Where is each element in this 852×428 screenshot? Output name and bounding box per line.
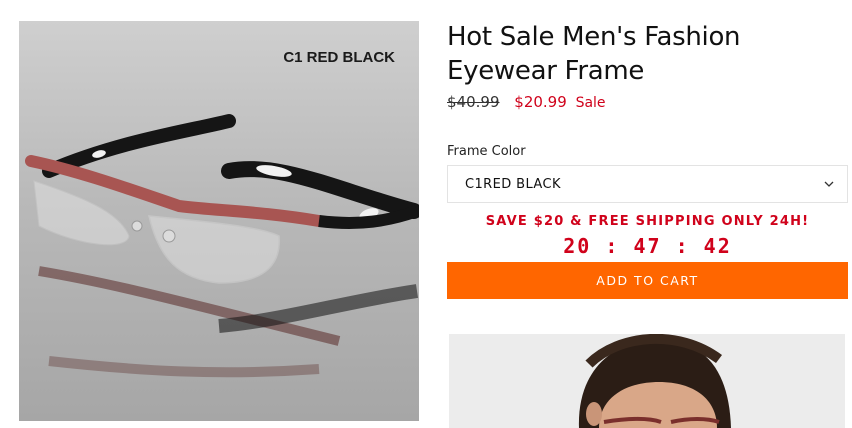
frame-color-selected-value: C1RED BLACK <box>465 176 561 192</box>
promo-banner: SAVE $20 & FREE SHIPPING ONLY 24H! <box>485 214 810 229</box>
add-to-cart-button[interactable]: ADD TO CART <box>447 262 848 299</box>
sale-price: $20.99 <box>514 93 567 111</box>
product-title: Hot Sale Men's Fashion Eyewear Frame <box>447 22 741 86</box>
frame-color-select[interactable]: C1RED BLACK <box>447 165 848 203</box>
price-row: $40.99 $20.99 Sale <box>447 92 848 113</box>
countdown-timer: 20 : 47 : 42 <box>563 234 732 258</box>
model-photo <box>449 334 845 428</box>
image-variant-label: C1 RED BLACK <box>283 49 395 66</box>
product-details: Hot Sale Men's Fashion Eyewear Frame $40… <box>447 20 848 299</box>
sale-label: Sale <box>575 95 606 111</box>
model-portrait-image <box>449 334 845 428</box>
chevron-down-icon <box>823 178 835 194</box>
product-main-image[interactable]: C1 RED BLACK <box>19 21 419 421</box>
eyeglasses-illustration <box>25 114 419 378</box>
frame-color-label: Frame Color <box>447 144 526 159</box>
compare-at-price: $40.99 <box>447 93 500 111</box>
